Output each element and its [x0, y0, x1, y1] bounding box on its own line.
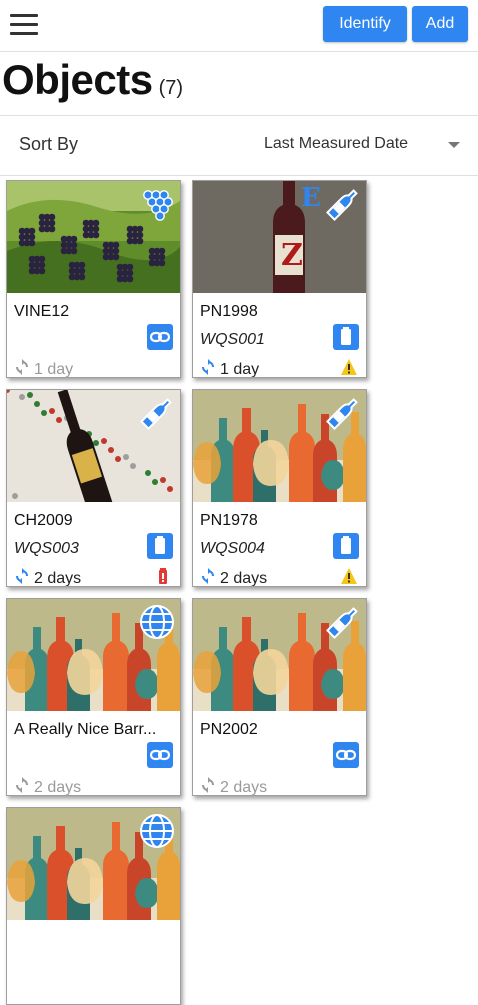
- warning-icon: [340, 567, 358, 585]
- low-battery-icon: [154, 567, 172, 585]
- last-measured: 2 days: [200, 777, 268, 796]
- sensor-id: WQS001: [200, 331, 265, 348]
- object-count: (7): [158, 77, 184, 99]
- sync-icon: [200, 359, 220, 377]
- link-icon: [147, 742, 173, 768]
- identified-marker: E: [301, 183, 321, 213]
- page-title: Objects (7): [2, 52, 183, 108]
- object-name: PN1978: [200, 512, 258, 529]
- last-measured: 1 day: [14, 359, 74, 378]
- link-sensor-button[interactable]: [147, 324, 173, 350]
- object-card[interactable]: PN2002 2 days: [192, 598, 367, 796]
- last-measured-text: 2 days: [34, 569, 82, 587]
- sensor-button[interactable]: [147, 533, 173, 559]
- bottle-icon: [324, 603, 362, 641]
- object-card[interactable]: PN1978 WQS004 2 days: [192, 389, 367, 587]
- sensor-button[interactable]: [333, 533, 359, 559]
- sensor-icon: [147, 533, 173, 559]
- link-sensor-button[interactable]: [333, 742, 359, 768]
- object-card[interactable]: VINE12 1 day: [6, 180, 181, 378]
- sync-icon: [14, 359, 34, 377]
- last-measured: 2 days: [14, 568, 82, 587]
- sensor-id: WQS003: [14, 540, 79, 557]
- svg-text:Z: Z: [281, 238, 303, 273]
- link-icon: [147, 324, 173, 350]
- bottle-icon: [324, 185, 362, 223]
- link-icon: [333, 742, 359, 768]
- warning-icon: [340, 358, 358, 376]
- sensor-icon: [333, 533, 359, 559]
- sync-icon: [14, 568, 34, 586]
- object-name: CH2009: [14, 512, 73, 529]
- last-measured: 2 days: [200, 568, 268, 587]
- sync-icon: [14, 777, 34, 795]
- bottle-icon: [324, 394, 362, 432]
- menu-icon[interactable]: [10, 14, 38, 38]
- bottle-icon: [138, 394, 176, 432]
- dropdown-arrow-icon: [448, 142, 460, 148]
- grapes-icon: [138, 185, 176, 223]
- sort-bar: Sort By Last Measured Date: [0, 116, 478, 174]
- sync-icon: [200, 568, 220, 586]
- last-measured-text: 2 days: [220, 778, 268, 796]
- last-measured-text: 1 day: [220, 360, 260, 378]
- sensor-button[interactable]: [333, 324, 359, 350]
- last-measured: 1 day: [200, 359, 260, 378]
- page-title-text: Objects: [2, 56, 153, 103]
- sort-select[interactable]: Last Measured Date: [250, 126, 472, 164]
- identify-button[interactable]: Identify: [323, 6, 407, 42]
- sync-icon: [200, 777, 220, 795]
- divider: [0, 175, 478, 176]
- last-measured-text: 2 days: [220, 569, 268, 587]
- link-sensor-button[interactable]: [147, 742, 173, 768]
- object-card[interactable]: [6, 807, 181, 1005]
- globe-icon: [138, 812, 176, 850]
- add-button[interactable]: Add: [412, 6, 468, 42]
- sensor-icon: [333, 324, 359, 350]
- sensor-id: WQS004: [200, 540, 265, 557]
- object-name: PN2002: [200, 721, 258, 738]
- last-measured-text: 2 days: [34, 778, 82, 796]
- app-bar: Identify Add: [0, 0, 478, 52]
- object-card[interactable]: CH2009 WQS003 2 days: [6, 389, 181, 587]
- object-name: PN1998: [200, 303, 258, 320]
- globe-icon: [138, 603, 176, 641]
- last-measured: 2 days: [14, 777, 82, 796]
- object-card[interactable]: A Really Nice Barr... 2 days: [6, 598, 181, 796]
- sort-label: Sort By: [19, 134, 79, 154]
- object-name: VINE12: [14, 303, 70, 320]
- object-name: A Really Nice Barr...: [14, 721, 157, 738]
- sort-select-value: Last Measured Date: [264, 135, 409, 152]
- last-measured-text: 1 day: [34, 360, 74, 378]
- object-card[interactable]: Z E PN1998 WQS001 1 day: [192, 180, 367, 378]
